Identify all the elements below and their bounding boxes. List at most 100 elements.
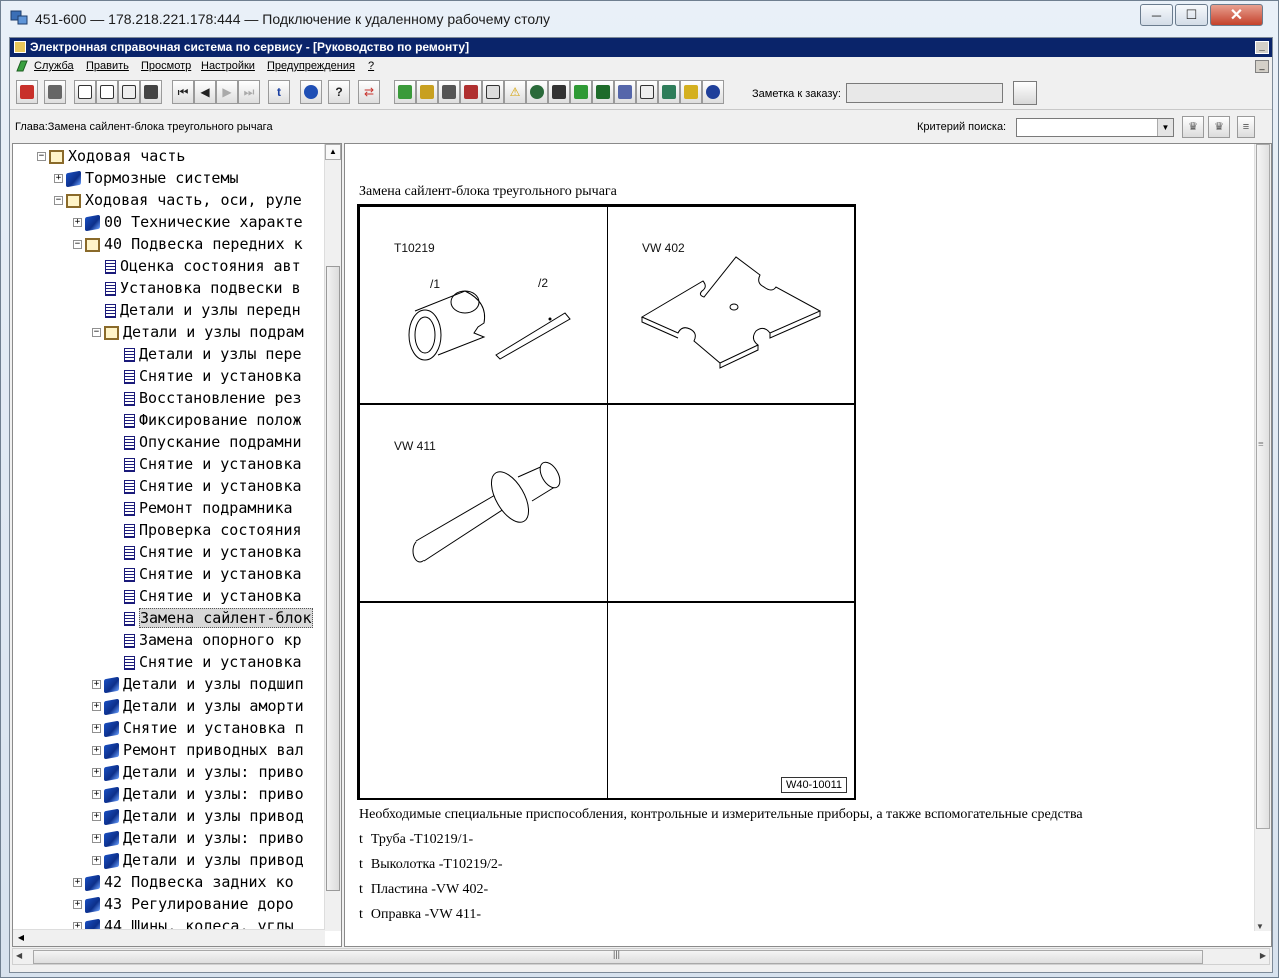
expand-icon[interactable]: + [92, 746, 101, 755]
scroll-down-icon[interactable]: ▼ [1256, 922, 1264, 931]
order-note-field[interactable] [846, 83, 1003, 103]
expand-icon[interactable]: + [92, 680, 101, 689]
mdi-minimize-icon[interactable]: _ [1255, 60, 1269, 73]
tree-node[interactable]: − Детали и узлы подрам [92, 321, 304, 343]
tree-node[interactable]: Ремонт подрамника [111, 497, 293, 519]
search-criteria-select[interactable]: ▼ [1016, 118, 1174, 137]
tree-node[interactable]: Оценка состояния авт [92, 255, 301, 277]
tree-node[interactable]: + Тормозные системы [54, 167, 239, 189]
warning-button[interactable]: ⚠ [504, 80, 526, 104]
menu-view[interactable]: Просмотр [141, 60, 191, 72]
tree-node[interactable]: +43 Регулирование доро [73, 893, 294, 915]
expand-icon[interactable]: + [73, 900, 82, 909]
collapse-icon[interactable]: − [37, 152, 46, 161]
contents-tree[interactable]: − Ходовая часть + Тормозные системы − Ходовая… [12, 143, 342, 947]
tree-node[interactable]: Снятие и установка [111, 541, 302, 563]
tree-vertical-scrollbar[interactable]: ▲ [324, 144, 341, 931]
close-button[interactable]: ✕ [1210, 4, 1263, 26]
search-options-button[interactable]: ≡ [1237, 116, 1255, 138]
search-button[interactable]: ♛ [1182, 116, 1204, 138]
tree-node[interactable]: − Ходовая часть [37, 145, 185, 167]
tree-node[interactable]: Снятие и установка [111, 563, 302, 585]
tree-scroll-thumb[interactable] [326, 266, 340, 891]
truck-button[interactable] [394, 80, 416, 104]
tree-node[interactable]: Проверка состояния [111, 519, 302, 541]
tree-node[interactable]: − Ходовая часть, оси, руле [54, 189, 302, 211]
help-book-button[interactable] [680, 80, 702, 104]
tree-node[interactable]: + Детали и узлы аморти [92, 695, 304, 717]
tree-horizontal-scrollbar[interactable]: ◀ [13, 929, 325, 946]
layers-button[interactable] [702, 80, 724, 104]
tree-node[interactable]: Фиксирование полож [111, 409, 302, 431]
tree-node[interactable]: Замена сайлент-блок [111, 607, 313, 629]
tree-node[interactable]: Установка подвески в [92, 277, 301, 299]
tree-node[interactable]: Замена опорного кр [111, 629, 302, 651]
manual-button[interactable] [460, 80, 482, 104]
document-vertical-scrollbar[interactable]: ≡ ▼ [1254, 144, 1271, 931]
tree-node[interactable]: + Детали и узлы привод [92, 849, 304, 871]
expand-icon[interactable]: + [73, 218, 82, 227]
tree-node[interactable]: + Снятие и установка п [92, 717, 304, 739]
expand-icon[interactable]: + [92, 856, 101, 865]
tree-node[interactable]: Снятие и установка [111, 651, 302, 673]
exchange-button[interactable]: ⇄ [358, 80, 380, 104]
expand-icon[interactable]: + [92, 790, 101, 799]
notes-button[interactable] [658, 80, 680, 104]
collapse-icon[interactable]: − [73, 240, 82, 249]
expand-icon[interactable]: + [92, 724, 101, 733]
print-button[interactable] [44, 80, 66, 104]
info-button[interactable] [300, 80, 322, 104]
rdp-titlebar[interactable]: 451-600 — 178.218.221.178:444 — Подключе… [1, 1, 1279, 37]
tree-node[interactable]: Опускание подрамни [111, 431, 302, 453]
menu-help[interactable]: ? [368, 60, 374, 72]
expand-icon[interactable]: + [92, 812, 101, 821]
tree-node[interactable]: + Детали и узлы: приво [92, 761, 304, 783]
tree-node[interactable]: − 40 Подвеска передних к [73, 233, 303, 255]
tree-node[interactable]: Снятие и установка [111, 475, 302, 497]
scroll-up-icon[interactable]: ▲ [325, 144, 341, 160]
tree-node[interactable]: + Детали и узлы подшип [92, 673, 304, 695]
expand-icon[interactable]: + [92, 834, 101, 843]
scroll-left-icon[interactable]: ◀ [13, 930, 29, 946]
copy-button[interactable] [96, 80, 118, 104]
tree-node[interactable]: Восстановление рез [111, 387, 302, 409]
collapse-icon[interactable]: − [54, 196, 63, 205]
minimize-button[interactable]: ─ [1140, 4, 1173, 26]
expand-icon[interactable]: + [92, 702, 101, 711]
first-page-button[interactable]: ⏮ [172, 80, 194, 104]
green-book-button[interactable] [570, 80, 592, 104]
globe-button[interactable] [526, 80, 548, 104]
tree-node[interactable]: +42 Подвеска задних ко [73, 871, 294, 893]
menu-settings[interactable]: Настройки [201, 60, 255, 72]
tree-node[interactable]: Снятие и установка [111, 453, 302, 475]
new-document-button[interactable] [74, 80, 96, 104]
tree-node[interactable]: Снятие и установка [111, 365, 302, 387]
mechanic-button[interactable] [438, 80, 460, 104]
service-car-button[interactable] [614, 80, 636, 104]
tree-node[interactable]: Детали и узлы пере [111, 343, 302, 365]
disk-button[interactable] [548, 80, 570, 104]
search-next-button[interactable]: ♛ [1208, 116, 1230, 138]
prev-page-button[interactable]: ◀ [194, 80, 216, 104]
document-scroll-thumb[interactable] [1256, 144, 1270, 829]
horizontal-scrollbar[interactable]: ◀ ||| ▶ [12, 948, 1270, 965]
menu-edit[interactable]: Править [86, 60, 129, 72]
menu-service[interactable]: Служба [34, 60, 74, 72]
tree-node[interactable]: +00 Технические характе [73, 211, 303, 233]
tree-node[interactable]: Детали и узлы передн [92, 299, 301, 321]
green-car-button[interactable] [592, 80, 614, 104]
back-to-top-button[interactable]: t [268, 80, 290, 104]
scroll-left-icon[interactable]: ◀ [16, 951, 22, 960]
tree-node[interactable]: + Ремонт приводных вал [92, 739, 304, 761]
checklist-button[interactable] [636, 80, 658, 104]
sheet-button[interactable] [482, 80, 504, 104]
tree-node[interactable]: Снятие и установка [111, 585, 302, 607]
scroll-right-icon[interactable]: ▶ [1260, 951, 1266, 960]
exit-button[interactable] [16, 80, 38, 104]
order-note-button[interactable] [1013, 81, 1037, 105]
calculator-button[interactable] [416, 80, 438, 104]
collapse-icon[interactable]: − [92, 328, 101, 337]
list-button[interactable] [118, 80, 140, 104]
tree-node[interactable]: + Детали и узлы привод [92, 805, 304, 827]
chevron-down-icon[interactable]: ▼ [1157, 119, 1173, 136]
